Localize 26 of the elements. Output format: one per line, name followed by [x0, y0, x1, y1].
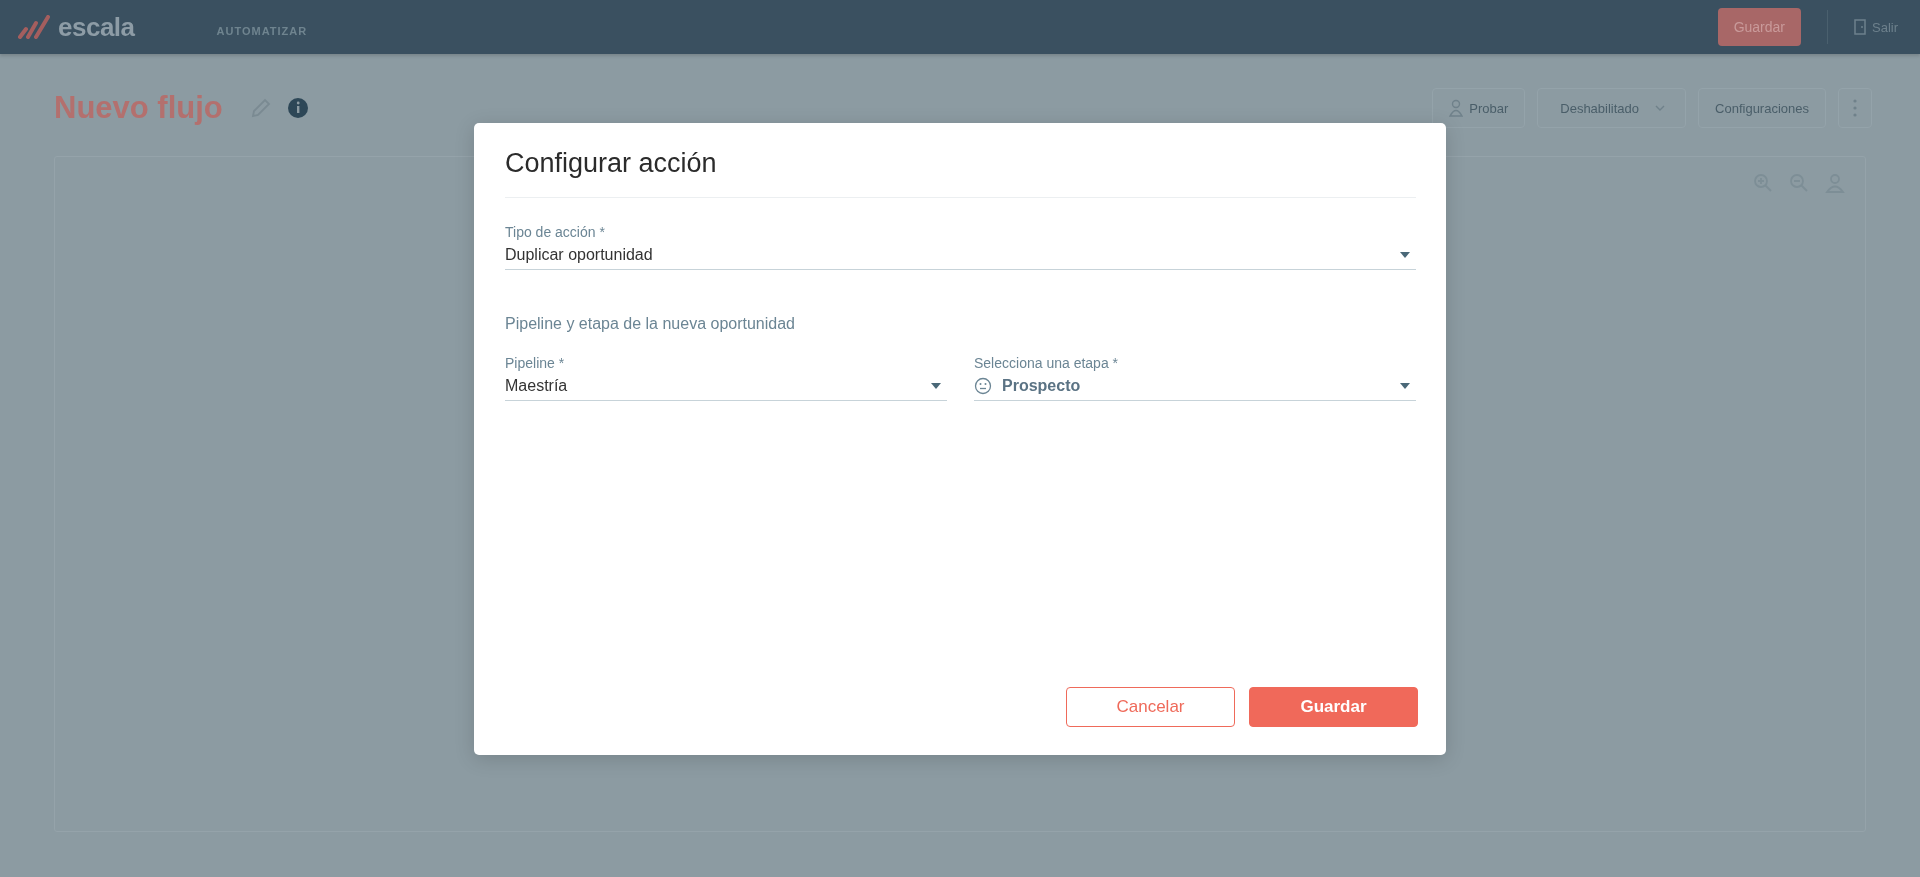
pipeline-select[interactable]: Pipeline * Maestría	[505, 355, 947, 401]
person-icon	[1449, 99, 1464, 117]
field-value: Maestría	[505, 377, 569, 395]
field-label: Selecciona una etapa *	[974, 355, 1119, 371]
logo: escala	[58, 11, 135, 43]
action-type-select[interactable]: Tipo de acción * Duplicar oportunidad	[505, 224, 1416, 270]
info-icon[interactable]	[286, 97, 309, 119]
field-label: Pipeline *	[505, 355, 566, 371]
settings-button[interactable]: Configuraciones	[1698, 88, 1826, 128]
caret-down-icon	[1400, 252, 1410, 258]
save-button[interactable]: Guardar	[1249, 687, 1418, 727]
door-icon	[1854, 19, 1866, 35]
smiley-face-icon	[974, 377, 992, 395]
status-dropdown[interactable]: Deshabilitado	[1537, 88, 1687, 128]
field-value: Prospecto	[1002, 377, 1082, 395]
field-label: Tipo de acción *	[505, 224, 606, 240]
test-button[interactable]: Probar	[1432, 88, 1526, 128]
caret-down-icon	[1400, 383, 1410, 389]
modal-title: Configurar acción	[505, 147, 718, 180]
caret-down-icon	[931, 383, 941, 389]
more-button[interactable]	[1838, 88, 1872, 128]
stage-select[interactable]: Selecciona una etapa * Prospecto	[974, 355, 1416, 401]
field-value: Duplicar oportunidad	[505, 246, 654, 264]
section-heading: Pipeline y etapa de la nueva oportunidad	[505, 315, 796, 333]
chevron-down-icon	[1655, 105, 1666, 111]
cancel-button[interactable]: Cancelar	[1066, 687, 1235, 727]
